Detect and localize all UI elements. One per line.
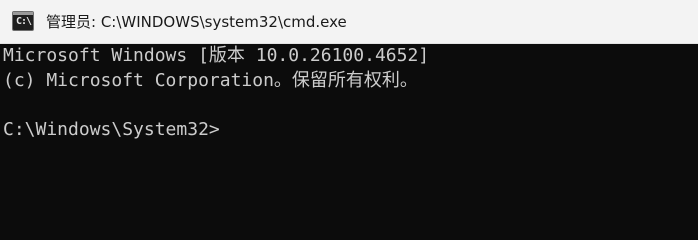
title-bar[interactable]: C:\ 管理员: C:\WINDOWS\system32\cmd.exe [0,0,698,44]
window-title: 管理员: C:\WINDOWS\system32\cmd.exe [46,13,347,31]
console-output[interactable]: Microsoft Windows [版本 10.0.26100.4652] (… [0,44,698,231]
command-prompt[interactable]: C:\Windows\System32> [3,118,220,142]
cmd-icon-glyph: C:\ [16,16,32,27]
cmd-icon[interactable]: C:\ [12,11,34,31]
cmd-window: C:\ 管理员: C:\WINDOWS\system32\cmd.exe Mic… [0,0,698,231]
console-line-version: Microsoft Windows [版本 10.0.26100.4652] [3,45,430,66]
console-line-copyright: (c) Microsoft Corporation。保留所有权利。 [3,70,418,91]
